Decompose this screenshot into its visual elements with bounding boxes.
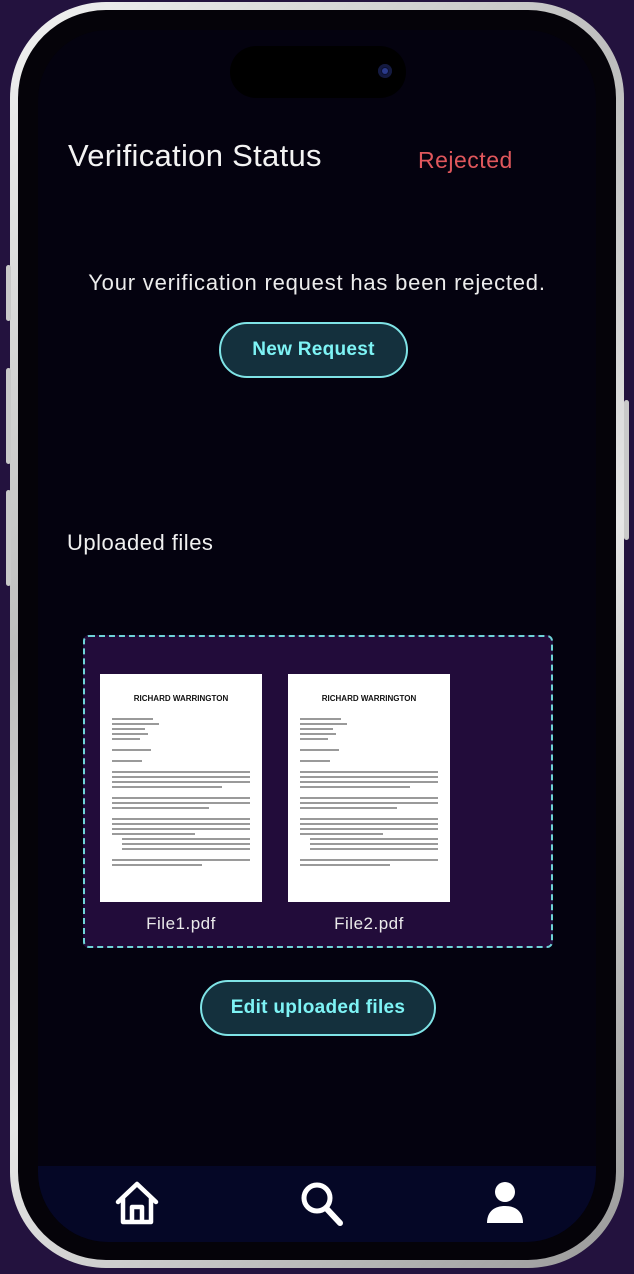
volume-up-side-button: [6, 368, 11, 464]
page-title: Verification Status: [68, 138, 322, 173]
dynamic-island: [230, 46, 406, 98]
search-icon: [301, 1182, 343, 1226]
file-name[interactable]: File2.pdf: [288, 914, 450, 934]
bottom-nav: [38, 1166, 596, 1242]
file-name[interactable]: File1.pdf: [100, 914, 262, 934]
nav-home-button[interactable]: [112, 1178, 162, 1228]
file-item-1[interactable]: RICHARD WARRINGTON File1.pdf: [100, 674, 262, 934]
uploaded-files-label: Uploaded files: [67, 530, 214, 555]
file-item-2[interactable]: RICHARD WARRINGTON File2.pdf: [288, 674, 450, 934]
app-screen: Verification Status Rejected Your verifi…: [38, 30, 596, 1242]
camera-icon: [378, 64, 392, 78]
document-heading: RICHARD WARRINGTON: [133, 694, 229, 703]
nav-profile-button[interactable]: [480, 1178, 530, 1228]
file-thumbnail[interactable]: RICHARD WARRINGTON: [288, 674, 450, 902]
uploaded-files-panel: RICHARD WARRINGTON File1.pdf RICHARD WAR…: [83, 635, 553, 948]
action-side-button: [6, 265, 11, 321]
file-thumbnail[interactable]: RICHARD WARRINGTON: [100, 674, 262, 902]
nav-search-button[interactable]: [296, 1178, 346, 1228]
power-side-button: [624, 400, 629, 540]
profile-icon: [487, 1182, 523, 1223]
document-heading: RICHARD WARRINGTON: [321, 694, 417, 703]
rejection-message: Your verification request has been rejec…: [88, 270, 546, 295]
edit-uploaded-files-button[interactable]: Edit uploaded files: [200, 980, 436, 1036]
volume-down-side-button: [6, 490, 11, 586]
home-icon: [115, 1181, 159, 1225]
new-request-button[interactable]: New Request: [219, 322, 408, 378]
status-badge: Rejected: [418, 147, 513, 173]
